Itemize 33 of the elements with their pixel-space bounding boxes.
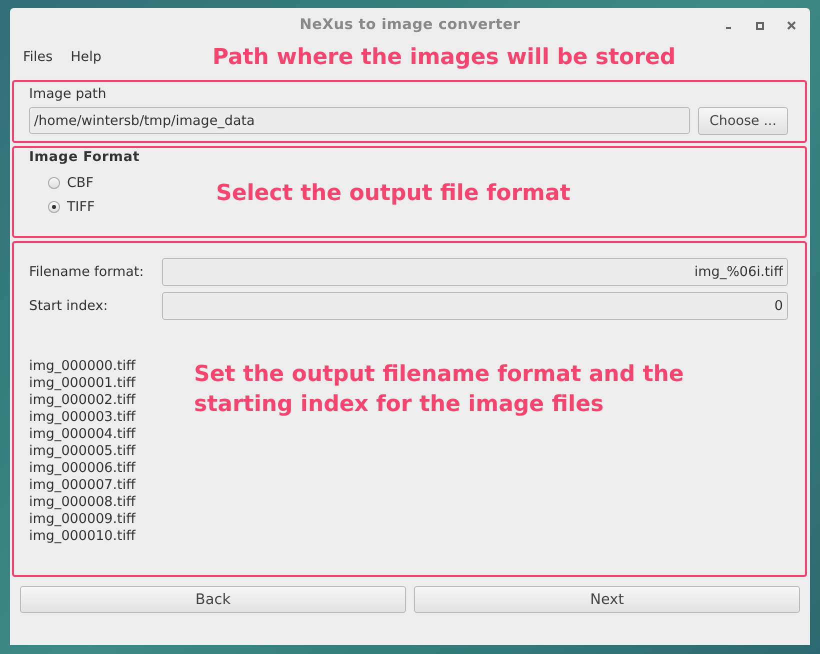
filename-preview: img_000001.tiff: [29, 375, 137, 392]
close-icon[interactable]: [787, 21, 796, 30]
menu-item[interactable]: Help: [70, 49, 102, 65]
input-field[interactable]: img_%06i.tiff: [162, 258, 788, 286]
filename-preview: img_000007.tiff: [29, 477, 137, 494]
radio-option[interactable]: CBF: [48, 175, 218, 191]
annotation-text: Set the output filename format and the starting index for the image files: [194, 361, 685, 419]
nav-button[interactable]: Back: [20, 586, 406, 613]
filename-preview: img_000002.tiff: [29, 392, 137, 409]
group-title: Image Format: [29, 149, 141, 165]
field-label: Start index:: [29, 298, 109, 314]
filename-preview: img_000003.tiff: [29, 409, 137, 426]
radio-icon[interactable]: [48, 201, 60, 213]
filename-preview: img_000000.tiff: [29, 358, 137, 375]
input-field[interactable]: 0: [162, 292, 788, 320]
annotation-text: Select the output file format: [216, 180, 570, 206]
field-label: Filename format:: [29, 264, 145, 280]
filename-preview: img_000006.tiff: [29, 460, 137, 477]
nav-button[interactable]: Next: [414, 586, 800, 613]
maximize-icon[interactable]: [756, 22, 764, 30]
filename-preview: img_000008.tiff: [29, 494, 137, 511]
filename-preview: img_000009.tiff: [29, 511, 137, 528]
filename-preview: img_000004.tiff: [29, 426, 137, 443]
choose-button[interactable]: Choose ...: [698, 107, 788, 135]
menu-item[interactable]: Files: [23, 49, 53, 65]
field-label: Image path: [29, 86, 108, 102]
radio-icon[interactable]: [48, 177, 60, 189]
window-title: NeXus to image converter: [300, 17, 520, 33]
path-field[interactable]: /home/wintersb/tmp/image_data: [29, 107, 690, 134]
annotation-text: Path where the images will be stored: [212, 44, 676, 70]
filename-preview: img_000005.tiff: [29, 443, 137, 460]
radio-option[interactable]: TIFF: [48, 199, 218, 215]
filename-preview: img_000010.tiff: [29, 528, 137, 545]
